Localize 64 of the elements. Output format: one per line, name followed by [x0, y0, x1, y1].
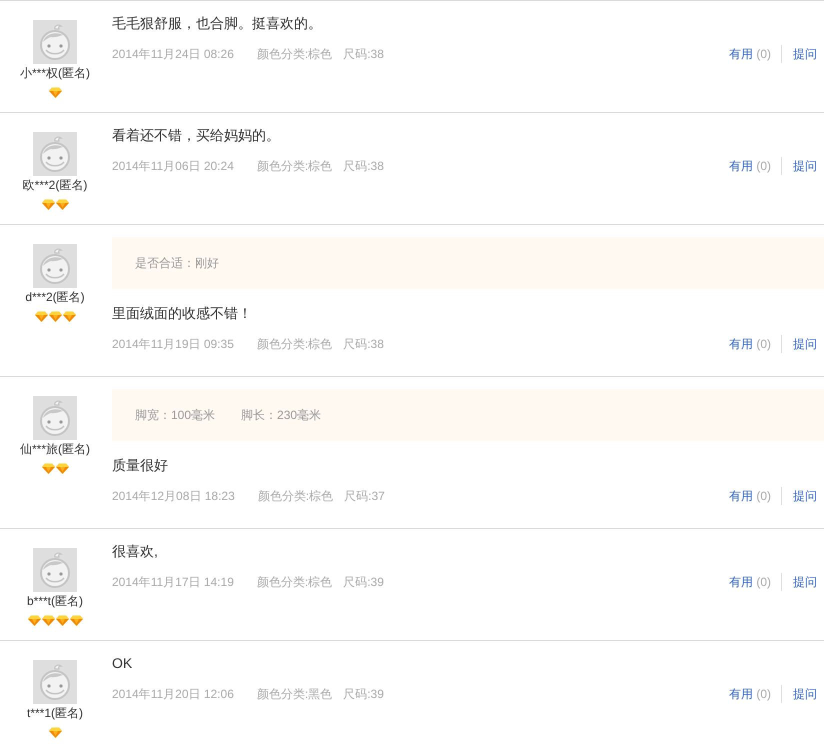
username: 欧***2(匿名) [22, 177, 88, 194]
diamond-icon [48, 87, 62, 98]
fit-info-text: 是否合适：刚好 [135, 255, 219, 272]
review-date: 2014年12月08日 18:23 [112, 488, 235, 505]
review-text: 毛毛狠舒服，也合脚。挺喜欢的。 [112, 14, 323, 33]
diamond-icon [56, 615, 68, 626]
useful-link[interactable]: 有用 (0) [728, 487, 771, 505]
avatar-icon [33, 660, 77, 704]
useful-link[interactable]: 有用 (0) [728, 335, 771, 353]
product-attribute: 颜色分类:黑色 [256, 686, 332, 703]
avatar-icon [33, 132, 77, 176]
diamond-icon [34, 311, 48, 322]
useful-link[interactable]: 有用 (0) [728, 573, 771, 591]
product-attribute: 尺码:39 [343, 686, 384, 703]
diamond-icon [48, 311, 62, 322]
avatar-icon [33, 244, 77, 288]
review-text: 质量很好 [112, 456, 169, 475]
ask-question-link[interactable]: 提问 [793, 157, 817, 175]
review-text: 看着还不错，买给妈妈的。 [112, 126, 281, 145]
review-text: 很喜欢, [112, 542, 159, 561]
username: 仙***旅(匿名) [20, 441, 90, 458]
diamond-icon [42, 615, 54, 626]
diamond-icon [28, 615, 40, 626]
product-attribute: 颜色分类:棕色 [256, 574, 332, 591]
ask-question-link[interactable]: 提问 [793, 45, 817, 63]
avatar-icon [33, 548, 77, 592]
review-text: OK [112, 654, 134, 673]
username: b***t(匿名) [26, 593, 83, 610]
username: d***2(匿名) [25, 289, 85, 306]
useful-link[interactable]: 有用 (0) [728, 685, 771, 703]
diamond-icon [42, 199, 54, 210]
avatar-icon [33, 20, 77, 64]
product-attribute: 尺码:38 [343, 46, 384, 63]
username: 小***权(匿名) [20, 65, 90, 82]
diamond-icon [48, 727, 62, 738]
username: t***1(匿名) [26, 705, 83, 722]
review-date: 2014年11月20日 12:06 [112, 686, 234, 703]
product-attribute: 颜色分类:棕色 [256, 336, 332, 353]
ask-question-link[interactable]: 提问 [793, 685, 817, 703]
diamond-icon [62, 311, 76, 322]
fit-info-text: 脚长：230毫米 [241, 407, 322, 424]
diamond-icon [70, 615, 82, 626]
product-attribute: 颜色分类:棕色 [256, 158, 332, 175]
review-date: 2014年11月24日 08:26 [112, 46, 234, 63]
avatar-icon [33, 396, 77, 440]
product-attribute: 颜色分类:棕色 [256, 46, 332, 63]
diamond-icon [42, 463, 54, 474]
review-date: 2014年11月17日 14:19 [112, 574, 234, 591]
useful-link[interactable]: 有用 (0) [728, 157, 771, 175]
product-attribute: 尺码:39 [343, 574, 384, 591]
diamond-icon [56, 463, 68, 474]
ask-question-link[interactable]: 提问 [793, 573, 817, 591]
ask-question-link[interactable]: 提问 [793, 487, 817, 505]
useful-link[interactable]: 有用 (0) [728, 45, 771, 63]
product-attribute: 尺码:38 [343, 336, 384, 353]
product-attribute: 尺码:38 [343, 158, 384, 175]
ask-question-link[interactable]: 提问 [793, 335, 817, 353]
product-attribute: 尺码:37 [344, 488, 385, 505]
diamond-icon [56, 199, 68, 210]
fit-info-text: 脚宽：100毫米 [135, 407, 216, 424]
product-attribute: 颜色分类:棕色 [258, 488, 334, 505]
review-date: 2014年11月19日 09:35 [112, 336, 234, 353]
review-date: 2014年11月06日 20:24 [112, 158, 234, 175]
review-text: 里面绒面的收感不错！ [112, 304, 253, 323]
